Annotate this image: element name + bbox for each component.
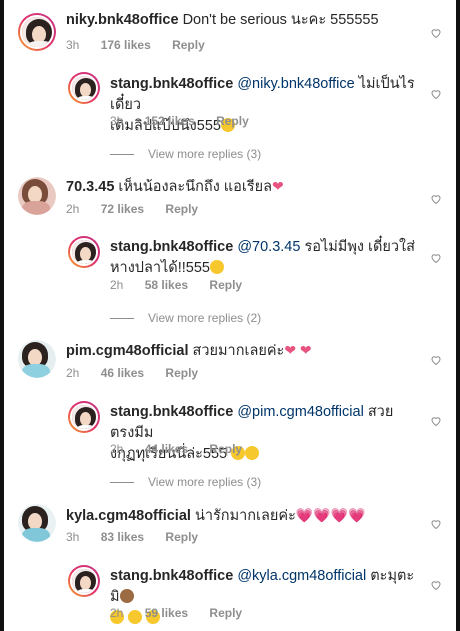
comment-meta: 3h 83 likes Reply xyxy=(66,530,198,544)
heart-outline-icon[interactable] xyxy=(430,579,442,591)
reply-button[interactable]: Reply xyxy=(165,530,198,544)
reply-likes[interactable]: 58 likes xyxy=(145,278,188,292)
reply-likes[interactable]: 59 likes xyxy=(145,606,188,620)
reply-time: 2h xyxy=(110,278,124,292)
avatar-stang[interactable] xyxy=(68,565,100,597)
comment-meta: 2h 72 likes Reply xyxy=(66,202,198,216)
view-more-replies[interactable]: View more replies (2) xyxy=(110,311,261,325)
smiling-face-emoji xyxy=(209,260,224,274)
comment-meta: 3h 176 likes Reply xyxy=(66,38,205,52)
comment-text: 70.3.45 เห็นน้องละนึกถึง แอเรียล❤ xyxy=(66,176,284,198)
reply-button[interactable]: Reply xyxy=(209,606,242,620)
reply-username[interactable]: stang.bnk48office xyxy=(110,239,233,255)
view-more-replies[interactable]: View more replies (3) xyxy=(110,147,261,161)
comment-meta: 2h 46 likes Reply xyxy=(66,366,198,380)
comment-time: 3h xyxy=(66,530,80,544)
reply-body-line2: หางปลาได้!!555 xyxy=(110,260,210,276)
comment-text: niky.bnk48office Don't be serious นะคะ 5… xyxy=(66,10,379,31)
comments-panel: niky.bnk48office Don't be serious นะคะ 5… xyxy=(0,0,460,631)
comment-body: Don't be serious นะคะ 555555 xyxy=(182,12,379,28)
reply-username[interactable]: stang.bnk48office xyxy=(110,76,233,92)
reply-text: stang.bnk48office @70.3.45 รอไม่มีพุง เด… xyxy=(110,237,416,279)
comment-text: pim.cgm48official สวยมากเลยค่ะ❤ ❤ xyxy=(66,340,312,362)
avatar-niky[interactable] xyxy=(18,13,56,51)
avatar-stang[interactable] xyxy=(68,401,100,433)
pink-heart-emoji: ❤ xyxy=(271,178,284,194)
reply-meta: 3h 152 likes Reply xyxy=(110,114,249,128)
heart-outline-icon[interactable] xyxy=(430,88,442,100)
view-more-replies[interactable]: View more replies (3) xyxy=(110,475,261,489)
pink-heart-emoji: 💗💗💗💗 xyxy=(295,507,366,523)
heart-outline-icon[interactable] xyxy=(430,518,442,530)
comment-likes[interactable]: 176 likes xyxy=(101,38,151,52)
reply-meta: 2h 58 likes Reply xyxy=(110,278,242,292)
reply-button[interactable]: Reply xyxy=(165,202,198,216)
comment-body: น่ารักมากเลยค่ะ xyxy=(194,508,296,524)
avatar-stang[interactable] xyxy=(68,236,100,268)
pink-heart-emoji: ❤ ❤ xyxy=(284,342,312,358)
reply-username[interactable]: stang.bnk48office xyxy=(110,404,233,420)
reply-button[interactable]: Reply xyxy=(209,442,242,456)
reply-time: 2h xyxy=(110,606,124,620)
reply-time: 2h xyxy=(110,442,124,456)
reply-meta: 2h 44 likes Reply xyxy=(110,442,242,456)
reply-button[interactable]: Reply xyxy=(209,278,242,292)
reply-username[interactable]: stang.bnk48office xyxy=(110,568,233,584)
heart-outline-icon[interactable] xyxy=(430,354,442,366)
comment-likes[interactable]: 83 likes xyxy=(101,530,144,544)
comment-time: 2h xyxy=(66,366,80,380)
comment-username[interactable]: 70.3.45 xyxy=(66,179,114,195)
reply-mention[interactable]: @70.3.45 xyxy=(237,239,300,255)
reply-likes[interactable]: 44 likes xyxy=(145,442,188,456)
reply-time: 3h xyxy=(110,114,124,128)
avatar-kyla[interactable] xyxy=(18,504,56,542)
comment-time: 3h xyxy=(66,38,80,52)
comment-username[interactable]: pim.cgm48official xyxy=(66,343,188,359)
reply-meta: 2h 59 likes Reply xyxy=(110,606,242,620)
reply-mention[interactable]: @niky.bnk48office xyxy=(237,76,354,92)
heart-outline-icon[interactable] xyxy=(430,193,442,205)
comment-body: สวยมากเลยค่ะ xyxy=(192,343,285,359)
comment-body: เห็นน้องละนึกถึง แอเรียล xyxy=(118,179,272,195)
reply-button[interactable]: Reply xyxy=(172,38,205,52)
smiling-face-emoji xyxy=(245,446,260,460)
see-no-evil-monkey-emoji xyxy=(119,589,134,603)
comment-likes[interactable]: 72 likes xyxy=(101,202,144,216)
reply-button[interactable]: Reply xyxy=(216,114,249,128)
comment-likes[interactable]: 46 likes xyxy=(101,366,144,380)
avatar-stang[interactable] xyxy=(68,72,100,104)
heart-outline-icon[interactable] xyxy=(430,415,442,427)
reply-mention[interactable]: @pim.cgm48official xyxy=(237,404,363,420)
heart-outline-icon[interactable] xyxy=(430,27,442,39)
avatar-70-3-45[interactable] xyxy=(18,177,56,215)
reply-button[interactable]: Reply xyxy=(165,366,198,380)
comment-text: kyla.cgm48official น่ารักมากเลยค่ะ💗💗💗💗 xyxy=(66,505,366,527)
comment-username[interactable]: niky.bnk48office xyxy=(66,12,179,28)
comment-time: 2h xyxy=(66,202,80,216)
heart-outline-icon[interactable] xyxy=(430,252,442,264)
comment-username[interactable]: kyla.cgm48official xyxy=(66,508,191,524)
reply-mention[interactable]: @kyla.cgm48official xyxy=(237,568,366,584)
reply-body-line1: รอไม่มีพุง เดี๋ยวใส่ xyxy=(304,239,415,255)
avatar-pim[interactable] xyxy=(18,340,56,378)
reply-likes[interactable]: 152 likes xyxy=(145,114,195,128)
